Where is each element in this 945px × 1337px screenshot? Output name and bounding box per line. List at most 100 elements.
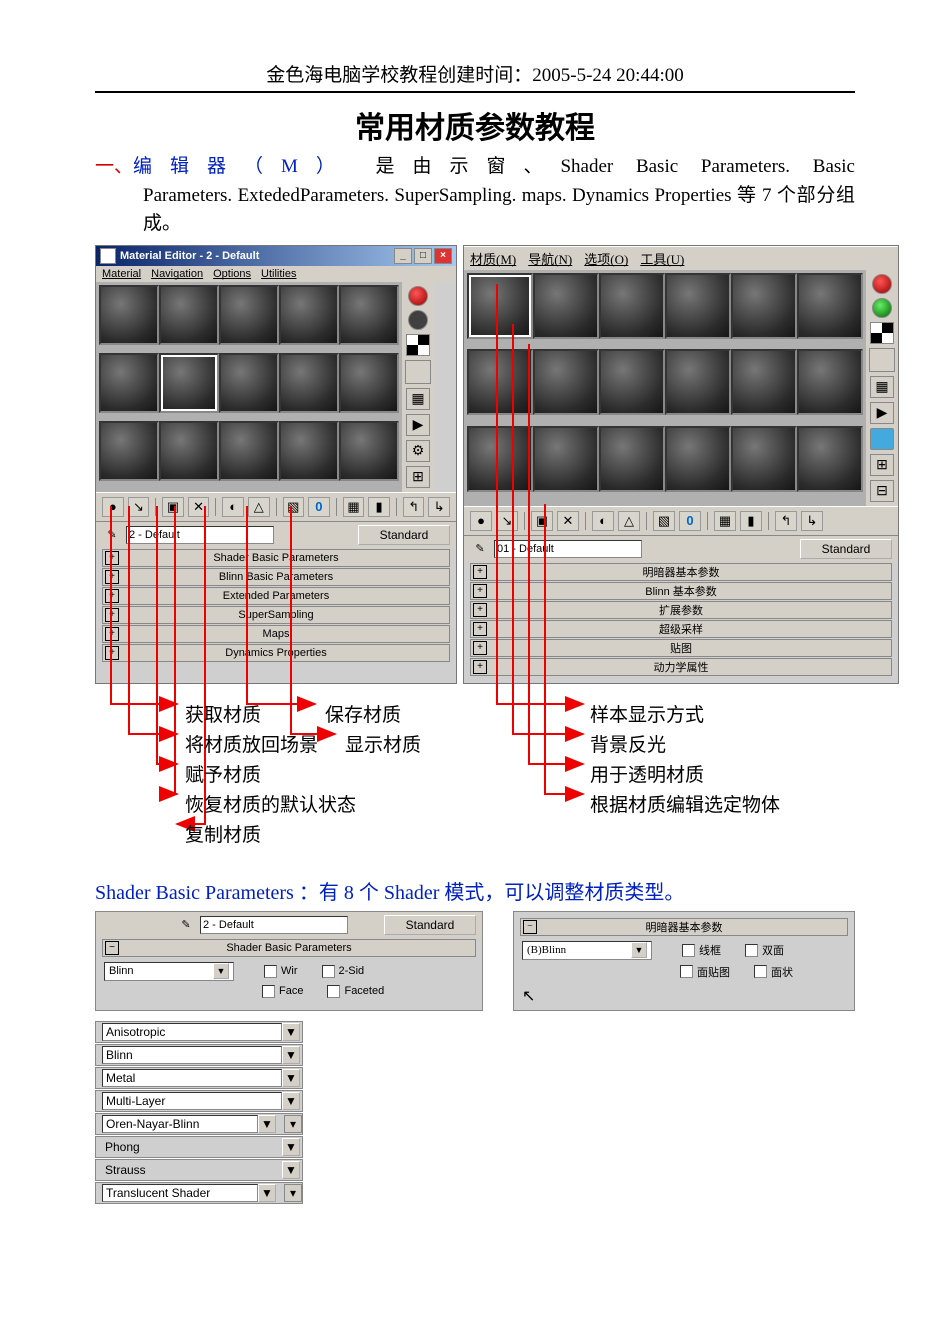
- type-button[interactable]: Standard: [358, 525, 450, 545]
- menu-bar-cn[interactable]: 材质(M) 导航(N) 选项(O) 工具(U): [464, 246, 898, 270]
- rollout-header[interactable]: +Maps: [102, 625, 450, 643]
- make-unique-icon[interactable]: △: [248, 497, 270, 517]
- material-name-input[interactable]: [494, 540, 642, 558]
- rollout-header[interactable]: +Blinn 基本参数: [470, 582, 892, 600]
- go-sibling-icon[interactable]: ↳: [801, 511, 823, 531]
- check-2sided[interactable]: [745, 944, 758, 957]
- show-end-result-icon[interactable]: ▮: [740, 511, 762, 531]
- menu-material[interactable]: Material: [102, 268, 141, 280]
- select-by-material-icon[interactable]: ⊞: [870, 454, 894, 476]
- rollout-header[interactable]: +贴图: [470, 639, 892, 657]
- sample-slot-selected[interactable]: [467, 273, 533, 339]
- show-end-result-icon[interactable]: ▮: [368, 497, 390, 517]
- sample-slots[interactable]: [464, 270, 866, 506]
- shader-mode-row[interactable]: Blinn▼: [95, 1044, 303, 1066]
- check-wire[interactable]: [682, 944, 695, 957]
- make-unique-icon[interactable]: △: [618, 511, 640, 531]
- check-2sided[interactable]: [322, 965, 335, 978]
- check-wire[interactable]: [264, 965, 277, 978]
- extra-box-icon[interactable]: ▾: [284, 1184, 302, 1202]
- eyedropper-icon[interactable]: ✎: [102, 527, 122, 543]
- rollout-header[interactable]: +Blinn Basic Parameters: [102, 568, 450, 586]
- go-sibling-icon[interactable]: ↳: [428, 497, 450, 517]
- show-map-icon[interactable]: ▦: [343, 497, 365, 517]
- rollout-header[interactable]: −明暗器基本参数: [520, 918, 848, 936]
- material-id-icon[interactable]: 0: [308, 497, 330, 517]
- maximize-button[interactable]: □: [414, 248, 432, 264]
- material-id-icon[interactable]: 0: [679, 511, 701, 531]
- type-button[interactable]: Standard: [800, 539, 892, 559]
- shader-mode-row[interactable]: Phong▼: [95, 1136, 303, 1158]
- menu-utilities[interactable]: Utilities: [261, 268, 296, 280]
- check-facemap[interactable]: [680, 965, 693, 978]
- options-icon[interactable]: [870, 428, 894, 450]
- go-parent-icon[interactable]: ↰: [775, 511, 797, 531]
- assign-to-selection-icon[interactable]: ▣: [162, 497, 184, 517]
- rollout-header[interactable]: −Shader Basic Parameters: [102, 939, 476, 957]
- eyedropper-icon[interactable]: ✎: [470, 541, 490, 557]
- backlight-icon[interactable]: [872, 298, 892, 318]
- close-button[interactable]: ×: [434, 248, 452, 264]
- check-face[interactable]: [262, 985, 275, 998]
- make-preview-icon[interactable]: ▶: [406, 414, 430, 436]
- material-name-input[interactable]: [200, 916, 348, 934]
- shader-mode-row[interactable]: Multi-Layer▼: [95, 1090, 303, 1112]
- go-parent-icon[interactable]: ↰: [403, 497, 425, 517]
- shader-select[interactable]: (B)Blinn▼: [522, 941, 652, 960]
- shader-mode-row[interactable]: Metal▼: [95, 1067, 303, 1089]
- eyedropper-icon[interactable]: ✎: [176, 917, 196, 933]
- make-preview-icon[interactable]: ▶: [870, 402, 894, 424]
- sample-slots[interactable]: [96, 282, 402, 492]
- rollout-header[interactable]: +Shader Basic Parameters: [102, 549, 450, 567]
- rollout-header[interactable]: +扩展参数: [470, 601, 892, 619]
- rollout-header[interactable]: +明暗器基本参数: [470, 563, 892, 581]
- extra-box-icon[interactable]: ▾: [284, 1115, 302, 1133]
- material-name-input[interactable]: [126, 526, 274, 544]
- backlight-icon[interactable]: [408, 310, 428, 330]
- titlebar[interactable]: Material Editor - 2 - Default _ □ ×: [96, 246, 456, 266]
- shader-mode-row[interactable]: Translucent Shader▼▾: [95, 1182, 303, 1204]
- put-to-library-icon[interactable]: ▧: [653, 511, 675, 531]
- menu-material[interactable]: 材质(M): [470, 249, 516, 268]
- shader-mode-row[interactable]: Oren-Nayar-Blinn▼▾: [95, 1113, 303, 1135]
- type-button[interactable]: Standard: [384, 915, 476, 935]
- options-icon[interactable]: ⚙: [406, 440, 430, 462]
- sample-uv-icon[interactable]: [869, 348, 895, 372]
- make-copy-icon[interactable]: ◐: [592, 511, 614, 531]
- menu-bar[interactable]: Material Navigation Options Utilities: [96, 266, 456, 282]
- reset-icon[interactable]: ✕: [188, 497, 210, 517]
- menu-navigation[interactable]: 导航(N): [528, 249, 572, 268]
- video-check-icon[interactable]: ▦: [406, 388, 430, 410]
- put-to-library-icon[interactable]: ▧: [283, 497, 305, 517]
- check-faceted[interactable]: [754, 965, 767, 978]
- shader-mode-row[interactable]: Strauss▼: [95, 1159, 303, 1181]
- sample-type-icon[interactable]: [408, 286, 428, 306]
- menu-utilities[interactable]: 工具(U): [640, 249, 684, 268]
- rollout-header[interactable]: +动力学属性: [470, 658, 892, 676]
- shader-mode-row[interactable]: Anisotropic▼: [95, 1021, 303, 1043]
- rollout-header[interactable]: +Dynamics Properties: [102, 644, 450, 662]
- show-map-icon[interactable]: ▦: [714, 511, 736, 531]
- get-material-icon[interactable]: ●: [102, 497, 124, 517]
- sample-type-icon[interactable]: [872, 274, 892, 294]
- menu-navigation[interactable]: Navigation: [151, 268, 203, 280]
- get-material-icon[interactable]: ●: [470, 511, 492, 531]
- sample-slot-selected[interactable]: [159, 353, 219, 413]
- select-by-material-icon[interactable]: ⊞: [406, 466, 430, 488]
- minimize-button[interactable]: _: [394, 248, 412, 264]
- reset-icon[interactable]: ✕: [557, 511, 579, 531]
- shader-select[interactable]: Blinn▼: [104, 962, 234, 981]
- rollout-header[interactable]: +超级采样: [470, 620, 892, 638]
- video-check-icon[interactable]: ▦: [870, 376, 894, 398]
- background-icon[interactable]: [406, 334, 430, 356]
- sample-uv-icon[interactable]: [405, 360, 431, 384]
- background-icon[interactable]: [870, 322, 894, 344]
- menu-options[interactable]: 选项(O): [584, 249, 628, 268]
- menu-options[interactable]: Options: [213, 268, 251, 280]
- put-to-scene-icon[interactable]: ↘: [128, 497, 150, 517]
- check-faceted[interactable]: [327, 985, 340, 998]
- rollout-header[interactable]: +SuperSampling: [102, 606, 450, 624]
- dropdown-arrow-icon[interactable]: ▼: [282, 1023, 300, 1041]
- assign-to-selection-icon[interactable]: ▣: [531, 511, 553, 531]
- make-copy-icon[interactable]: ◐: [222, 497, 244, 517]
